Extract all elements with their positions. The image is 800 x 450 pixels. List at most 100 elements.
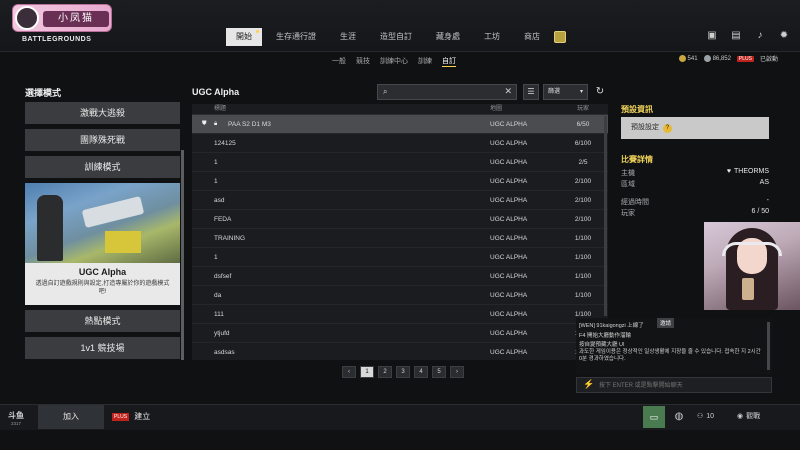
streamer-overlay-badge: 小凤猫 BATTLEGROUNDS bbox=[4, 4, 116, 46]
row-title-text: PAA S2 D1 M3 bbox=[228, 121, 271, 128]
region-row: 區域 AS bbox=[621, 179, 769, 189]
streamer-name: 小凤猫 bbox=[43, 11, 109, 27]
event-icon[interactable] bbox=[554, 31, 566, 43]
preset-settings-box[interactable]: 預設設定 ? bbox=[621, 117, 769, 139]
table-row[interactable]: 1 UGC ALPHA 2/5 bbox=[192, 153, 608, 172]
row-title-text: da bbox=[214, 292, 222, 299]
gcoin-value: 86,852 bbox=[712, 56, 731, 63]
tab-start[interactable]: 開始 bbox=[226, 28, 262, 46]
table-row[interactable]: 124125 UGC ALPHA 6/100 bbox=[192, 134, 608, 153]
players-row: 玩家 6 / 50 bbox=[621, 208, 769, 218]
row-title: asdsas bbox=[192, 343, 490, 360]
tab-store[interactable]: 商店 bbox=[514, 28, 550, 46]
table-body: ⛊ 🔒︎ PAA S2 D1 M3 UGC ALPHA 6/50 124125 UGC AL… bbox=[192, 115, 608, 360]
create-button[interactable]: PLUS 建立 bbox=[112, 405, 172, 429]
lock-icon: 🔒︎ bbox=[214, 121, 218, 127]
chat-message: 按自變預藏大廳 UI bbox=[579, 342, 625, 348]
mode-training[interactable]: 訓練模式 bbox=[25, 156, 180, 178]
page-3[interactable]: 3 bbox=[396, 366, 410, 378]
region-label: 區域 bbox=[621, 181, 635, 188]
join-button[interactable]: 加入 bbox=[38, 405, 104, 429]
top-right-icons: ▣ ▤ ♪ ✹ bbox=[706, 30, 790, 42]
filter-select[interactable]: 篩選 ▾ bbox=[543, 84, 588, 100]
mode-panel-header: 選擇模式 bbox=[25, 88, 62, 98]
row-title-text: 1 bbox=[214, 178, 218, 185]
page-1[interactable]: 1 bbox=[360, 366, 374, 378]
column-players: 玩家 bbox=[576, 106, 589, 112]
mode-team-deathmatch[interactable]: 團隊殊死戰 bbox=[25, 129, 180, 151]
preset-value: 預設設定 bbox=[631, 124, 659, 131]
table-scrollbar[interactable] bbox=[604, 116, 607, 316]
page-4[interactable]: 4 bbox=[414, 366, 428, 378]
refresh-icon[interactable]: ↻ bbox=[593, 85, 607, 99]
subtab-custom[interactable]: 自訂 bbox=[442, 56, 456, 67]
mode-card-ugc-alpha[interactable]: UGC Alpha 透過自訂遊戲規則與設定,打造專屬於你的遊戲模式吧! bbox=[25, 183, 180, 305]
prev-page-icon[interactable]: ‹ bbox=[342, 366, 356, 378]
tab-hideout[interactable]: 藏身處 bbox=[426, 28, 470, 46]
row-map: UGC ALPHA bbox=[490, 216, 528, 223]
tab-workshop[interactable]: 工坊 bbox=[474, 28, 510, 46]
clear-search-icon[interactable]: ✕ bbox=[504, 86, 512, 97]
chat-invite-button[interactable]: 邀請 bbox=[657, 318, 675, 328]
notification-icon[interactable]: ♪ bbox=[754, 30, 766, 42]
tab-survivor-pass[interactable]: 生存通行證 bbox=[266, 28, 326, 46]
plus-badge-small: PLUS bbox=[112, 413, 130, 421]
column-map: 地圖 bbox=[490, 106, 503, 112]
table-row[interactable]: ytjufdUGC ALPHA1/100 bbox=[192, 324, 608, 343]
bp-amount: 541 bbox=[678, 54, 698, 62]
table-row[interactable]: asdsasUGC ALPHA1/100 bbox=[192, 343, 608, 360]
players-label: 玩家 bbox=[621, 210, 635, 217]
row-players: 2/5 bbox=[578, 159, 588, 166]
row-title: 1 bbox=[192, 248, 490, 266]
table-row[interactable]: 111 UGC ALPHA 1/100 bbox=[192, 305, 608, 324]
mode-battle-royale[interactable]: 激戰大逃殺 bbox=[25, 102, 180, 124]
help-icon[interactable]: ? bbox=[662, 124, 672, 133]
chat-scrollbar[interactable] bbox=[767, 322, 770, 370]
table-row[interactable]: 1 UGC ALPHA 2/100 bbox=[192, 172, 608, 191]
page-2[interactable]: 2 bbox=[378, 366, 392, 378]
subtab-ranked[interactable]: 競技 bbox=[356, 56, 370, 67]
row-title: asd bbox=[192, 191, 490, 209]
host-label: 主機 bbox=[621, 170, 635, 177]
mail-icon[interactable]: ▤ bbox=[730, 30, 742, 42]
row-title-text: 111 bbox=[214, 311, 224, 318]
ugc-mode-description: 透過自訂遊戲規則與設定,打造專屬於你的遊戲模式吧! bbox=[35, 281, 170, 295]
friends-button[interactable]: ⚇ 10 bbox=[697, 406, 727, 428]
subtab-training-center[interactable]: 訓練中心 bbox=[380, 56, 408, 67]
search-input[interactable] bbox=[394, 86, 502, 98]
page-5[interactable]: 5 bbox=[432, 366, 446, 378]
table-row[interactable]: FEDA UGC ALPHA 2/100 bbox=[192, 210, 608, 229]
row-title-text: ytjufd bbox=[214, 330, 230, 337]
tab-career[interactable]: 生涯 bbox=[330, 28, 366, 46]
table-row[interactable]: ⛊ 🔒︎ PAA S2 D1 M3 UGC ALPHA 6/50 bbox=[192, 115, 608, 134]
mode-hotspot[interactable]: 熱點模式 bbox=[25, 310, 180, 332]
inventory-icon[interactable]: ▣ bbox=[706, 30, 718, 42]
table-row[interactable]: 1 UGC ALPHA 1/100 bbox=[192, 248, 608, 267]
table-row[interactable]: dsfsef UGC ALPHA 1/100 bbox=[192, 267, 608, 286]
next-page-icon[interactable]: › bbox=[450, 366, 464, 378]
mode-list-scrollbar[interactable] bbox=[181, 150, 184, 360]
row-title-text: asd bbox=[214, 197, 225, 204]
webcam-cup bbox=[742, 278, 754, 300]
tab-customize[interactable]: 造型自訂 bbox=[370, 28, 422, 46]
main-nav: 開始 生存通行證 生涯 造型自訂 藏身處 工坊 商店 bbox=[226, 28, 566, 46]
subtab-normal[interactable]: 一般 bbox=[332, 56, 346, 67]
mode-1v1-arena[interactable]: 1v1 競技場 bbox=[25, 337, 180, 359]
sort-button[interactable]: ☰ bbox=[523, 84, 539, 100]
webcam-headset bbox=[722, 242, 782, 256]
chat-input[interactable] bbox=[599, 380, 767, 391]
globe-icon[interactable]: ◍ bbox=[670, 406, 688, 428]
table-row[interactable]: da UGC ALPHA 1/100 bbox=[192, 286, 608, 305]
spectate-button[interactable]: ◉ 觀戰 bbox=[737, 406, 777, 428]
chat-toggle-icon[interactable]: ▭ bbox=[643, 406, 665, 428]
table-row[interactable]: asd UGC ALPHA 2/100 bbox=[192, 191, 608, 210]
table-row[interactable]: TRAINING UGC ALPHA 1/100 bbox=[192, 229, 608, 248]
subtab-training[interactable]: 訓練 bbox=[418, 56, 432, 67]
lightning-icon[interactable]: ⚡ bbox=[583, 379, 594, 390]
gear-icon[interactable]: ✹ bbox=[778, 30, 790, 42]
chevron-down-icon: ▾ bbox=[579, 89, 583, 95]
streamer-webcam bbox=[704, 222, 800, 310]
row-title: 111 bbox=[192, 305, 490, 323]
row-title: da bbox=[192, 286, 490, 304]
table-header: 標題 地圖 玩家 bbox=[192, 104, 608, 115]
